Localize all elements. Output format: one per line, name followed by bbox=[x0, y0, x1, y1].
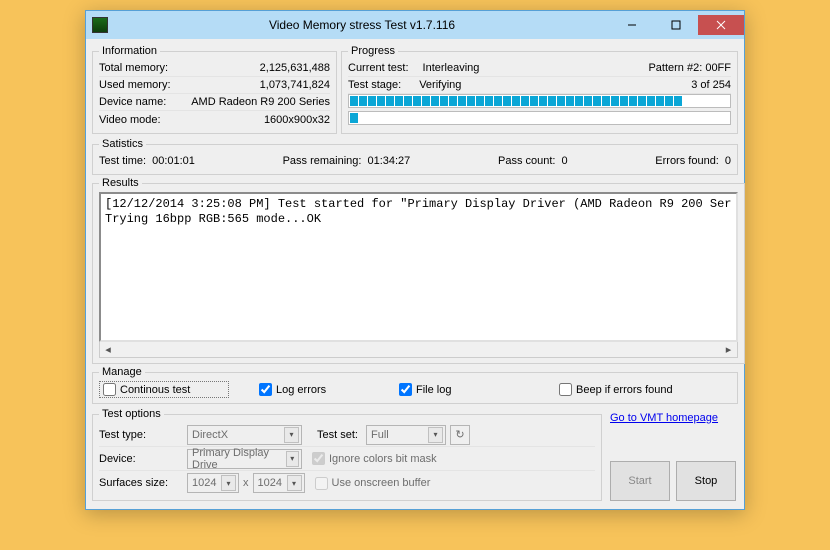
current-test-value: Interleaving bbox=[423, 62, 480, 74]
start-button[interactable]: Start bbox=[610, 461, 670, 501]
onscreen-buffer-checkbox: Use onscreen buffer bbox=[315, 477, 431, 490]
information-group: Information Total memory: 2,125,631,488 U… bbox=[92, 45, 337, 134]
information-legend: Information bbox=[99, 45, 160, 57]
statistics-legend: Satistics bbox=[99, 138, 146, 150]
test-set-label: Test set: bbox=[306, 429, 362, 441]
total-memory-label: Total memory: bbox=[99, 62, 168, 74]
test-stage-label: Test stage: bbox=[348, 79, 401, 91]
results-hscrollbar[interactable]: ◂ ▸ bbox=[99, 342, 738, 358]
used-memory-label: Used memory: bbox=[99, 79, 171, 91]
chevron-down-icon: ▾ bbox=[428, 427, 443, 443]
progress-group: Progress Current test: Interleaving Patt… bbox=[341, 45, 738, 134]
chevron-down-icon: ▾ bbox=[221, 475, 236, 491]
video-mode-label: Video mode: bbox=[99, 114, 161, 126]
test-options-group: Test options Test type: DirectX▾ Test se… bbox=[92, 408, 602, 501]
refresh-button[interactable]: ↻ bbox=[450, 425, 470, 445]
close-button[interactable] bbox=[698, 15, 744, 35]
progress-bar-1 bbox=[348, 94, 731, 108]
errors-found-label: Errors found: bbox=[655, 155, 719, 167]
device-label: Device: bbox=[99, 453, 183, 465]
errors-found-value: 0 bbox=[725, 155, 731, 167]
pass-count-value: 0 bbox=[561, 155, 567, 167]
results-legend: Results bbox=[99, 177, 142, 189]
total-memory-value: 2,125,631,488 bbox=[260, 62, 330, 74]
test-type-label: Test type: bbox=[99, 429, 183, 441]
pass-remaining-label: Pass remaining: bbox=[283, 155, 362, 167]
app-icon bbox=[92, 17, 108, 33]
statistics-group: Satistics Test time: 00:01:01 Pass remain… bbox=[92, 138, 738, 175]
beep-checkbox[interactable]: Beep if errors found bbox=[559, 383, 673, 396]
results-group: Results [12/12/2014 3:25:08 PM] Test sta… bbox=[92, 177, 745, 364]
device-name-label: Device name: bbox=[99, 96, 166, 108]
pattern-label: Pattern #2: 00FF bbox=[648, 62, 731, 74]
pass-remaining-value: 01:34:27 bbox=[367, 155, 410, 167]
used-memory-value: 1,073,741,824 bbox=[260, 79, 330, 91]
test-type-select[interactable]: DirectX▾ bbox=[187, 425, 302, 445]
scroll-right-icon[interactable]: ▸ bbox=[721, 342, 737, 357]
stop-button[interactable]: Stop bbox=[676, 461, 736, 501]
maximize-button[interactable] bbox=[654, 15, 698, 35]
stage-of-value: 3 of 254 bbox=[691, 79, 731, 91]
x-label: x bbox=[243, 477, 249, 489]
test-set-select[interactable]: Full▾ bbox=[366, 425, 446, 445]
manage-group: Manage Continous test Log errors File lo… bbox=[92, 366, 738, 404]
progress-bar-2 bbox=[348, 111, 731, 125]
chevron-down-icon: ▾ bbox=[284, 427, 299, 443]
test-time-value: 00:01:01 bbox=[152, 155, 195, 167]
surfaces-size-label: Surfaces size: bbox=[99, 477, 183, 489]
homepage-link[interactable]: Go to VMT homepage bbox=[610, 412, 736, 424]
scroll-left-icon[interactable]: ◂ bbox=[100, 342, 116, 357]
titlebar[interactable]: Video Memory stress Test v1.7.116 bbox=[86, 11, 744, 39]
app-window: Video Memory stress Test v1.7.116 Inform… bbox=[85, 10, 745, 510]
progress-legend: Progress bbox=[348, 45, 398, 57]
surface-height-select[interactable]: 1024▾ bbox=[253, 473, 305, 493]
test-options-legend: Test options bbox=[99, 408, 164, 420]
device-name-value: AMD Radeon R9 200 Series bbox=[191, 96, 330, 108]
window-title: Video Memory stress Test v1.7.116 bbox=[114, 18, 610, 32]
manage-legend: Manage bbox=[99, 366, 145, 378]
continuous-test-checkbox[interactable]: Continous test bbox=[99, 381, 229, 398]
file-log-checkbox[interactable]: File log bbox=[399, 383, 519, 396]
surface-width-select[interactable]: 1024▾ bbox=[187, 473, 239, 493]
ignore-colors-checkbox: Ignore colors bit mask bbox=[312, 452, 437, 465]
test-time-label: Test time: bbox=[99, 155, 146, 167]
device-select[interactable]: Primary Display Drive▾ bbox=[187, 449, 302, 469]
log-errors-checkbox[interactable]: Log errors bbox=[259, 383, 399, 396]
chevron-down-icon: ▾ bbox=[287, 475, 302, 491]
video-mode-value: 1600x900x32 bbox=[264, 114, 330, 126]
test-stage-value: Verifying bbox=[419, 79, 461, 91]
current-test-label: Current test: bbox=[348, 62, 409, 74]
pass-count-label: Pass count: bbox=[498, 155, 555, 167]
chevron-down-icon: ▾ bbox=[286, 451, 300, 467]
minimize-button[interactable] bbox=[610, 15, 654, 35]
results-log[interactable]: [12/12/2014 3:25:08 PM] Test started for… bbox=[99, 192, 738, 342]
